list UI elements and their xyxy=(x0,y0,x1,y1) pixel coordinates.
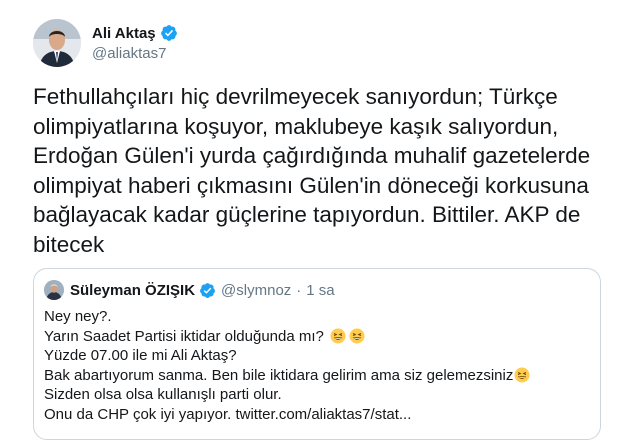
quoted-line-text: Yarın Saadet Partisi iktidar olduğunda m… xyxy=(44,327,324,345)
separator-dot: · xyxy=(296,281,302,299)
quoted-line: Ney ney?. xyxy=(44,307,592,327)
author-avatar[interactable] xyxy=(33,19,81,67)
quoted-line: Sizden olsa olsa kullanışlı parti olur. xyxy=(44,385,592,405)
quoted-line-text: Yüzde 07.00 ile mi Ali Aktaş? xyxy=(44,347,237,364)
quoted-author-display-name: Süleyman ÖZIŞIK xyxy=(70,281,196,299)
quoted-line-text: Onu da CHP çok iyi yapıyor. twitter.com/… xyxy=(44,405,412,423)
quoted-line: Yarın Saadet Partisi iktidar olduğunda m… xyxy=(44,327,592,347)
tweet-header: Ali Aktaş @aliaktas7 xyxy=(33,15,178,71)
quoted-tweet-time: 1 sa xyxy=(306,281,335,299)
grinning-squinting-face-icon xyxy=(349,328,365,344)
tweet-text: Fethullahçıları hiç devrilmeyecek sanıyo… xyxy=(33,84,591,257)
quoted-line: Bak abartıyorum sanma. Ben bile iktidara… xyxy=(44,366,592,386)
grinning-squinting-face-icon xyxy=(330,328,346,344)
author-handle[interactable]: @aliaktas7 xyxy=(92,45,178,62)
verified-badge-icon xyxy=(199,282,216,299)
author-names: Ali Aktaş @aliaktas7 xyxy=(92,24,178,62)
grinning-squinting-face-icon xyxy=(514,367,530,383)
verified-badge-icon xyxy=(160,24,178,42)
author-display-name[interactable]: Ali Aktaş xyxy=(92,25,156,42)
quoted-author-avatar xyxy=(44,280,64,300)
quoted-tweet-header: Süleyman ÖZIŞIK @slymnoz · 1 sa xyxy=(44,280,335,300)
quoted-tweet-text: Ney ney?. Yarın Saadet Partisi iktidar o… xyxy=(44,307,592,424)
quoted-author-handle: @slymnoz xyxy=(221,281,292,299)
quoted-line-text: Sizden olsa olsa kullanışlı parti olur. xyxy=(44,386,282,403)
quoted-line: Yüzde 07.00 ile mi Ali Aktaş? xyxy=(44,346,592,366)
tweet-card: Ali Aktaş @aliaktas7 Fethullahçıları hiç… xyxy=(0,0,624,448)
quoted-tweet[interactable]: Süleyman ÖZIŞIK @slymnoz · 1 sa Ney ney?… xyxy=(33,268,601,440)
quoted-line: Onu da CHP çok iyi yapıyor. twitter.com/… xyxy=(44,405,592,425)
quoted-line-text: Ney ney?. xyxy=(44,308,112,325)
quoted-line-text: Bak abartıyorum sanma. Ben bile iktidara… xyxy=(44,366,514,384)
